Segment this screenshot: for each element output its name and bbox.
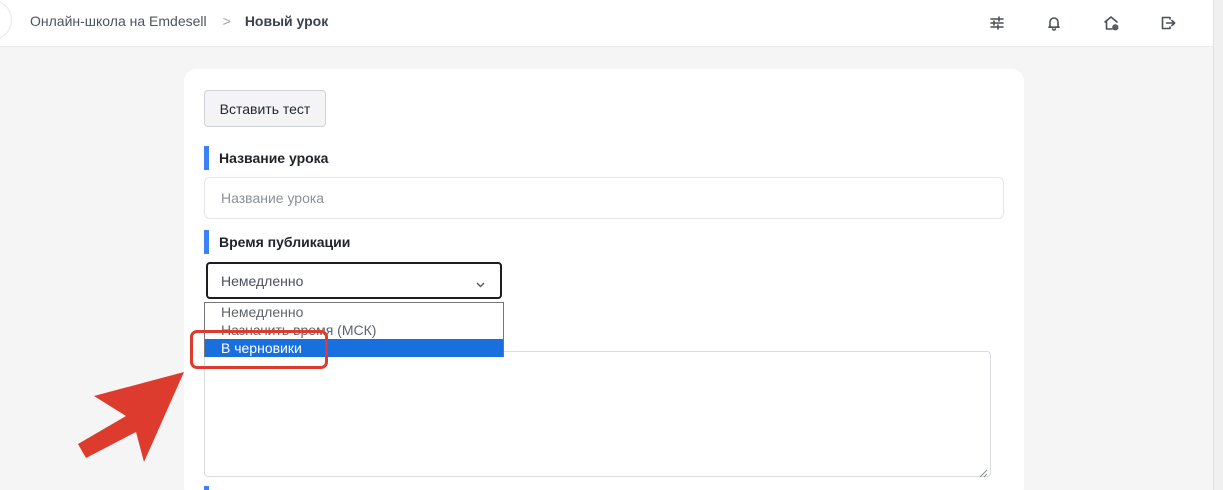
annotation-arrow-icon (78, 372, 184, 462)
sidebar-toggle[interactable] (0, 1, 12, 39)
home-settings-icon[interactable] (1099, 11, 1123, 35)
top-bar: Онлайн-школа на Emdesell > Новый урок (0, 0, 1213, 47)
logout-icon[interactable] (1156, 11, 1180, 35)
breadcrumb-separator: > (222, 13, 231, 29)
breadcrumb: Онлайн-школа на Emdesell > Новый урок (30, 13, 328, 29)
insert-test-button[interactable]: Вставить тест (204, 90, 326, 127)
page-scrollbar[interactable] (1213, 0, 1223, 490)
bell-icon[interactable] (1042, 11, 1066, 35)
publish-time-select-value: Немедленно (221, 272, 304, 289)
breadcrumb-current-page: Новый урок (244, 13, 329, 29)
lesson-title-input[interactable] (204, 177, 1004, 219)
lesson-title-label: Название урока (204, 146, 328, 170)
annotation-highlight-box (190, 330, 328, 369)
chevron-down-icon (476, 276, 485, 288)
topbar-actions (985, 11, 1213, 35)
sliders-icon[interactable] (985, 11, 1009, 35)
publish-time-label: Время публикации (204, 230, 350, 254)
publish-time-select[interactable]: Немедленно (206, 262, 502, 299)
breadcrumb-school-link[interactable]: Онлайн-школа на Emdesell (30, 13, 207, 29)
next-section-marker (204, 486, 209, 490)
lesson-content-textarea[interactable] (204, 351, 991, 478)
option-immediately[interactable]: Немедленно (205, 303, 503, 321)
resize-grip-icon[interactable] (979, 465, 988, 478)
